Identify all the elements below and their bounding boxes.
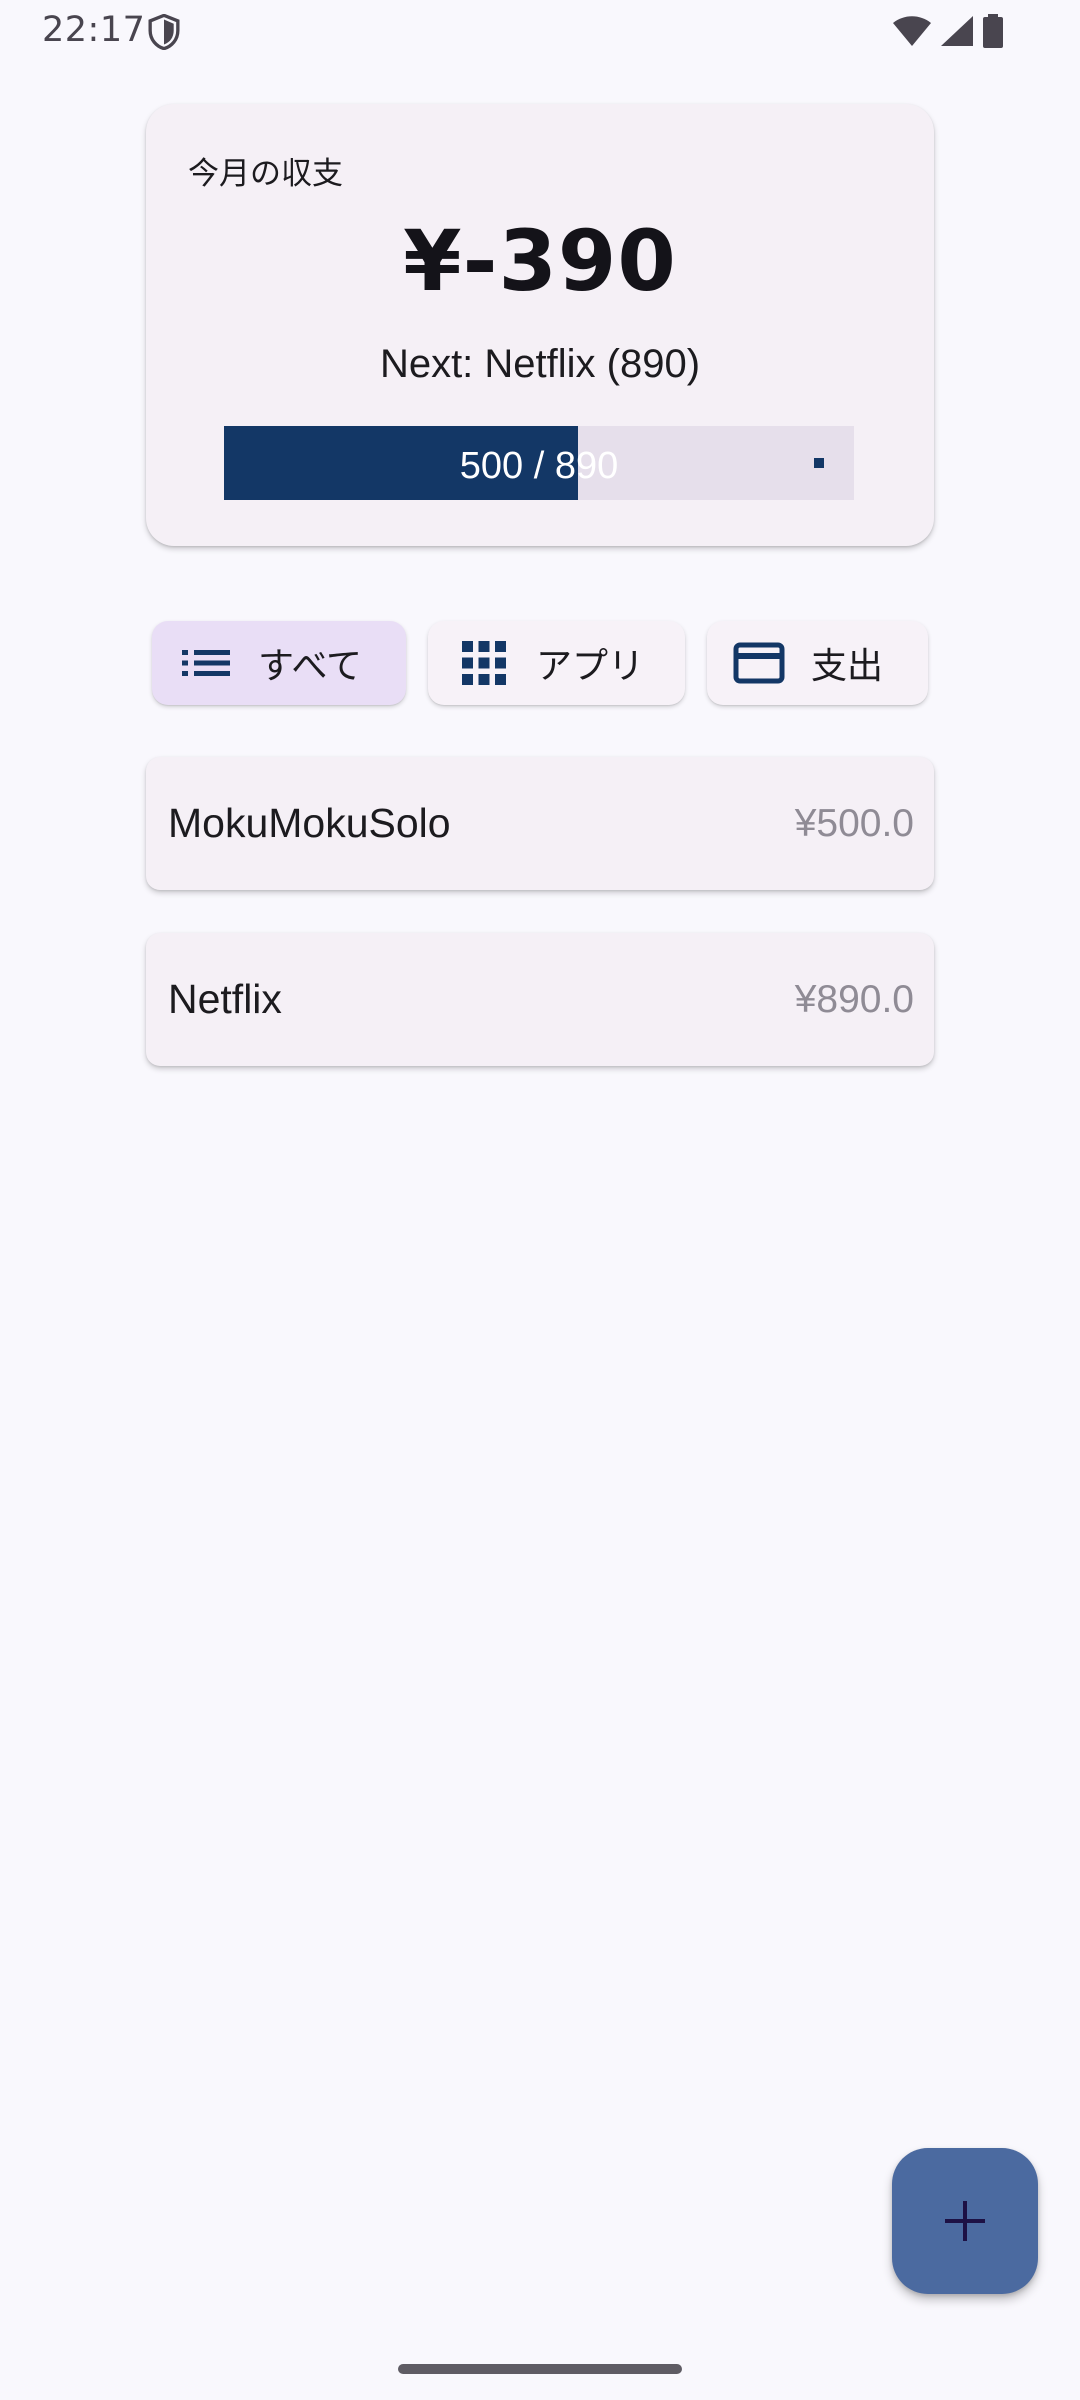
status-icons — [892, 14, 1004, 48]
item-name: Netflix — [168, 976, 282, 1022]
list-icon — [182, 650, 230, 676]
filter-chip-label: アプリ — [536, 646, 645, 687]
shield-icon — [148, 14, 180, 50]
monthly-summary-card: 今月の収支 ¥-390 Next: Netflix (890) 500 / 89… — [146, 104, 934, 546]
plus-icon — [945, 2201, 985, 2241]
item-name: MokuMokuSolo — [168, 800, 451, 846]
filter-chip-all[interactable]: すべて — [152, 621, 406, 705]
subscription-item[interactable]: MokuMokuSolo ¥500.0 — [146, 757, 934, 890]
item-amount: ¥500.0 — [794, 802, 914, 845]
item-amount: ¥890.0 — [794, 978, 914, 1021]
battery-icon — [983, 14, 1003, 48]
status-bar: 22:17 — [0, 0, 1080, 62]
status-time: 22:17 — [42, 10, 146, 50]
summary-title: 今月の収支 — [188, 156, 343, 192]
next-payment-label: Next: Netflix (890) — [379, 342, 701, 386]
app-screen: 22:17 今月の収支 ¥-390 Next: Netflix (890) 50… — [0, 0, 1080, 2400]
balance-amount: ¥-390 — [403, 212, 677, 310]
cellular-signal-icon — [941, 16, 973, 46]
filter-chip-label: 支出 — [811, 646, 884, 687]
payment-progress-bar: 500 / 890 — [224, 426, 854, 500]
filter-chip-label: すべて — [258, 646, 363, 687]
progress-label: 500 / 890 — [459, 445, 619, 487]
filter-chip-apps[interactable]: アプリ — [428, 621, 685, 705]
subscription-item[interactable]: Netflix ¥890.0 — [146, 933, 934, 1066]
credit-card-icon — [733, 642, 785, 684]
filter-chip-expense[interactable]: 支出 — [707, 621, 928, 705]
add-button[interactable] — [892, 2148, 1038, 2294]
gesture-nav-handle[interactable] — [398, 2364, 682, 2374]
grid-icon — [462, 641, 506, 685]
wifi-icon — [893, 16, 931, 46]
